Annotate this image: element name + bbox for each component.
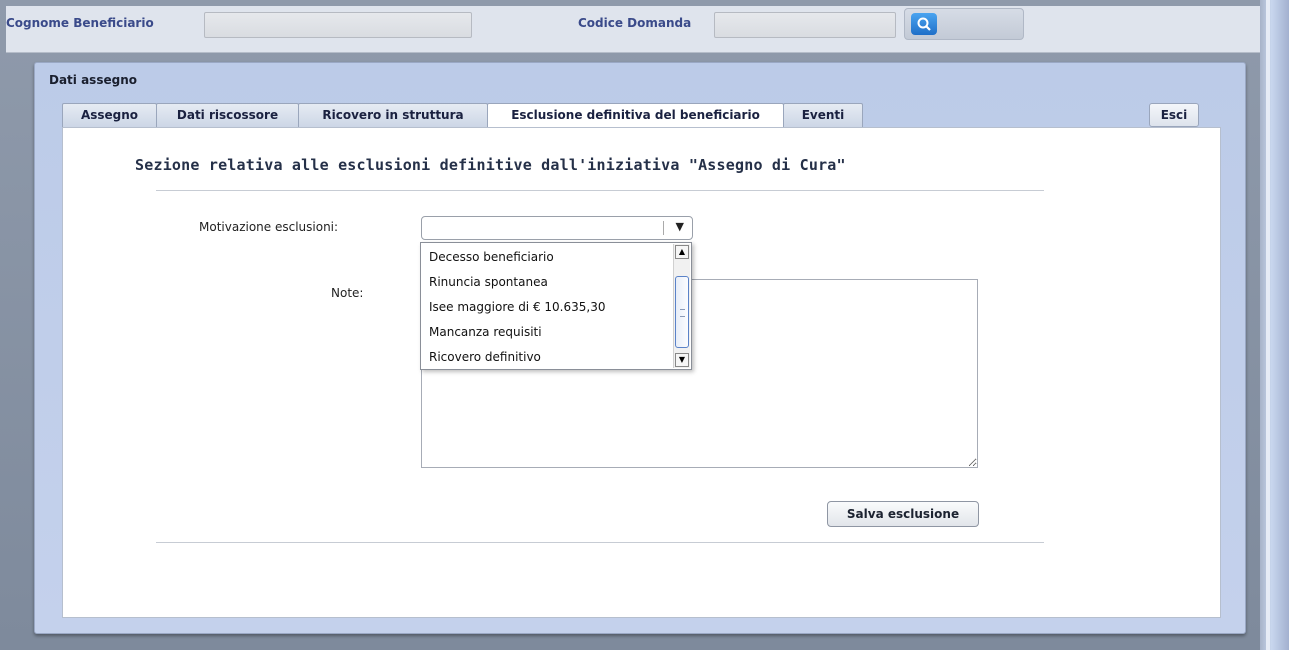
surname-label: Cognome Beneficiario — [6, 16, 154, 30]
scroll-thumb[interactable] — [675, 276, 689, 348]
search-icon — [911, 13, 937, 35]
scroll-down-icon[interactable]: ▼ — [675, 353, 689, 367]
reason-label: Motivazione esclusioni: — [199, 220, 339, 234]
section-heading: Sezione relativa alle esclusioni definit… — [135, 156, 846, 174]
reason-select[interactable]: ▼ — [421, 216, 693, 240]
tab-assegno[interactable]: Assegno — [62, 103, 157, 127]
code-input[interactable] — [714, 12, 896, 38]
tab-eventi[interactable]: Eventi — [783, 103, 863, 127]
exit-button[interactable]: Esci — [1149, 103, 1199, 127]
tab-esclusione-definitiva[interactable]: Esclusione definitiva del beneficiario — [487, 103, 784, 130]
dropdown-option[interactable]: Decesso beneficiario — [429, 245, 554, 270]
scroll-up-icon[interactable]: ▲ — [675, 245, 689, 259]
cheque-data-panel: Dati assegno Assegno Dati riscossore Ric… — [34, 62, 1246, 634]
code-label: Codice Domanda — [578, 16, 692, 30]
tab-ricovero-in-struttura[interactable]: Ricovero in struttura — [298, 103, 488, 127]
tab-content: Sezione relativa alle esclusioni definit… — [62, 127, 1221, 618]
scrollbar-track[interactable] — [1260, 0, 1289, 650]
surname-input[interactable] — [204, 12, 472, 38]
dropdown-option[interactable]: Mancanza requisiti — [429, 320, 542, 345]
chevron-down-icon: ▼ — [675, 220, 684, 233]
dropdown-option[interactable]: Rinuncia spontanea — [429, 270, 548, 295]
divider — [156, 190, 1044, 191]
divider — [156, 542, 1044, 543]
reason-dropdown-list: Decesso beneficiario Rinuncia spontanea … — [420, 242, 692, 370]
notes-label: Note: — [331, 286, 364, 300]
dropdown-option[interactable]: Isee maggiore di € 10.635,30 — [429, 295, 605, 320]
save-exclusion-button[interactable]: Salva esclusione — [827, 501, 979, 527]
search-bar: Cognome Beneficiario Codice Domanda — [6, 6, 1260, 53]
dropdown-option[interactable]: Ricovero definitivo — [429, 345, 541, 370]
app-background: Cognome Beneficiario Codice Domanda Dati… — [0, 0, 1289, 650]
dropdown-scrollbar[interactable]: ▲ ▼ — [673, 244, 690, 368]
search-button[interactable] — [904, 8, 1024, 40]
panel-title: Dati assegno — [49, 73, 137, 87]
tab-dati-riscossore[interactable]: Dati riscossore — [156, 103, 299, 127]
